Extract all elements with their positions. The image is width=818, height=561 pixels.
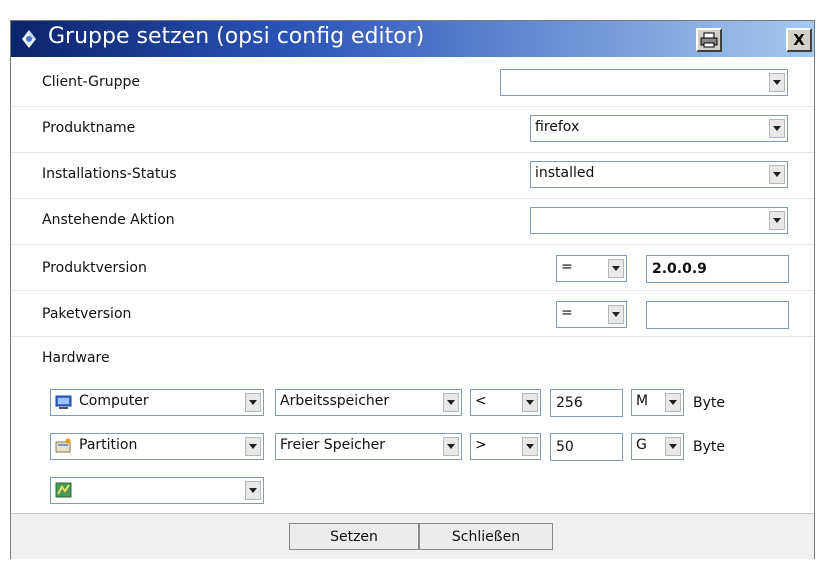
print-button[interactable] — [696, 28, 722, 52]
product-name-select[interactable]: firefox — [530, 115, 788, 142]
hardware-label: Hardware — [42, 350, 110, 366]
hardware-unit-select[interactable]: G — [631, 433, 684, 460]
product-version-operator-select[interactable]: = — [556, 255, 627, 282]
hardware-value-input[interactable]: 50 — [550, 433, 623, 461]
close-icon: X — [793, 31, 805, 49]
chevron-down-icon[interactable] — [769, 119, 785, 138]
row-divider — [11, 290, 814, 291]
package-version-operator-value: = — [561, 305, 573, 321]
hardware-device-select-empty[interactable] — [50, 477, 264, 504]
hardware-unit-value: M — [636, 393, 649, 409]
close-window-button[interactable]: X — [786, 28, 812, 52]
chevron-down-icon[interactable] — [769, 165, 785, 184]
hardware-operator-value: > — [475, 437, 487, 453]
set-button[interactable]: Setzen — [289, 523, 419, 550]
package-version-input[interactable] — [646, 301, 789, 329]
hardware-property-value: Freier Speicher — [280, 437, 386, 453]
chevron-down-icon[interactable] — [522, 437, 538, 456]
package-version-operator-select[interactable]: = — [556, 301, 627, 328]
chevron-down-icon[interactable] — [245, 437, 261, 456]
hardware-device-select[interactable]: Computer — [50, 389, 264, 416]
printer-icon — [700, 32, 718, 48]
chevron-down-icon[interactable] — [443, 393, 459, 412]
row-divider — [11, 152, 814, 153]
hardware-property-value: Arbeitsspeicher — [280, 393, 390, 409]
pending-action-select[interactable] — [530, 207, 788, 234]
row-divider — [11, 198, 814, 199]
hardware-device-value: Partition — [79, 437, 138, 453]
partition-icon — [55, 438, 71, 453]
install-status-label: Installations-Status — [42, 166, 177, 182]
hardware-unit-suffix: Byte — [693, 395, 725, 411]
product-version-input[interactable]: 2.0.0.9 — [646, 255, 789, 283]
chevron-down-icon[interactable] — [245, 393, 261, 412]
package-version-label: Paketversion — [42, 306, 132, 322]
product-version-label: Produktversion — [42, 260, 147, 276]
chevron-down-icon[interactable] — [608, 259, 624, 278]
computer-icon — [55, 395, 72, 409]
chevron-down-icon[interactable] — [245, 481, 261, 500]
chevron-down-icon[interactable] — [608, 305, 624, 324]
product-name-value: firefox — [535, 119, 580, 135]
window-title: Gruppe setzen (opsi config editor) — [48, 24, 425, 49]
hardware-unit-value: G — [636, 437, 647, 453]
chevron-down-icon[interactable] — [769, 73, 785, 92]
hardware-unit-select[interactable]: M — [631, 389, 684, 416]
chevron-down-icon[interactable] — [522, 393, 538, 412]
product-version-operator-value: = — [561, 259, 573, 275]
chevron-down-icon[interactable] — [665, 393, 681, 412]
pending-action-label: Anstehende Aktion — [42, 212, 175, 228]
row-divider — [11, 244, 814, 245]
product-version-value: 2.0.0.9 — [652, 261, 707, 277]
chevron-down-icon[interactable] — [769, 211, 785, 230]
client-group-select[interactable] — [500, 69, 788, 96]
hardware-property-select[interactable]: Freier Speicher — [275, 433, 462, 460]
hardware-value: 256 — [556, 395, 583, 411]
hardware-operator-select[interactable]: < — [470, 389, 541, 416]
hardware-unit-suffix: Byte — [693, 439, 725, 455]
row-divider — [11, 336, 814, 337]
close-button[interactable]: Schließen — [419, 523, 553, 550]
hardware-operator-value: < — [475, 393, 487, 409]
network-icon — [55, 482, 72, 498]
hardware-value-input[interactable]: 256 — [550, 389, 623, 417]
product-name-label: Produktname — [42, 120, 136, 136]
hardware-operator-select[interactable]: > — [470, 433, 541, 460]
install-status-value: installed — [535, 165, 595, 181]
hardware-property-select[interactable]: Arbeitsspeicher — [275, 389, 462, 416]
install-status-select[interactable]: installed — [530, 161, 788, 188]
app-icon — [22, 30, 36, 48]
chevron-down-icon[interactable] — [665, 437, 681, 456]
row-divider — [11, 106, 814, 107]
hardware-device-select[interactable]: Partition — [50, 433, 264, 460]
hardware-device-value: Computer — [79, 393, 149, 409]
chevron-down-icon[interactable] — [443, 437, 459, 456]
client-group-label: Client-Gruppe — [42, 74, 140, 90]
hardware-value: 50 — [556, 439, 574, 455]
